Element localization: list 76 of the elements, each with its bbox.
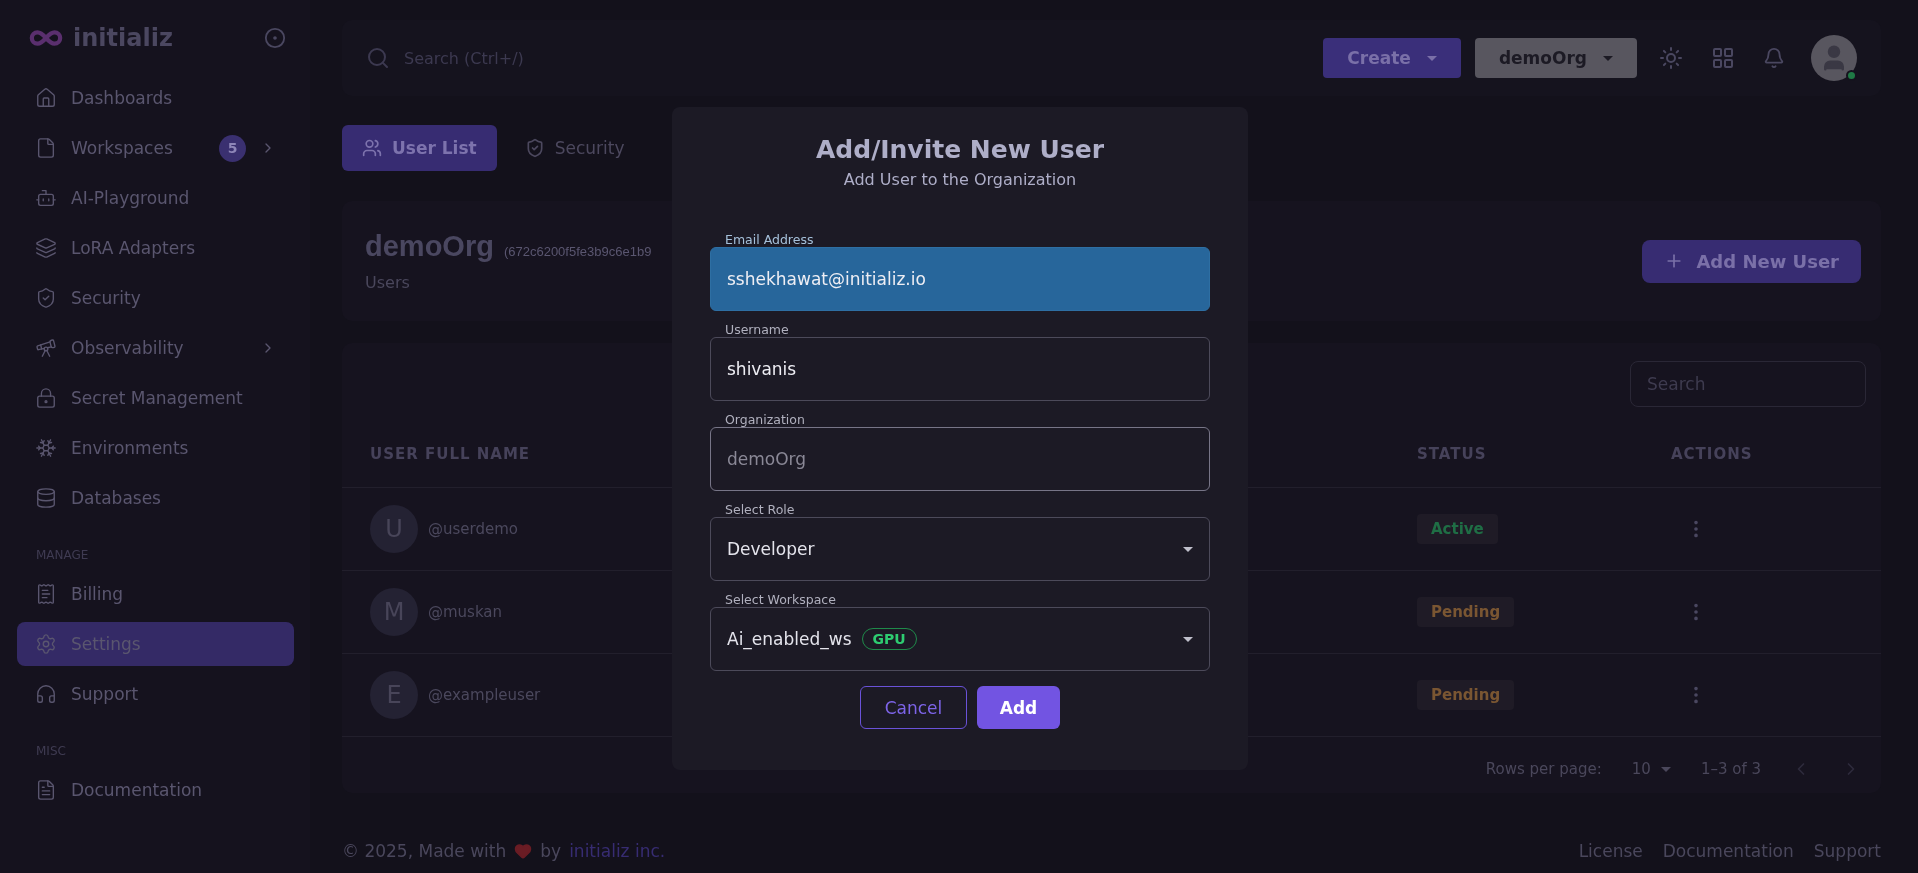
field-label: Select Role (724, 502, 796, 517)
heart-icon (514, 842, 533, 860)
cancel-button[interactable]: Cancel (860, 686, 967, 729)
status-tag: Pending (1417, 680, 1515, 710)
status-tag: Active (1417, 514, 1498, 544)
apps-icon[interactable] (1711, 46, 1735, 70)
sidebar-item[interactable]: Security (17, 276, 294, 320)
users-icon (362, 138, 382, 158)
receipt-icon (35, 583, 57, 605)
document-icon (35, 779, 57, 801)
sidebar-item[interactable]: Dashboards (17, 76, 294, 120)
column-header: USER FULL NAME (370, 445, 531, 463)
sidebar-item[interactable]: Documentation (17, 768, 294, 812)
sidebar-item[interactable]: Secret Management (17, 376, 294, 420)
robot-icon (35, 187, 57, 209)
snowflake-icon (35, 437, 57, 459)
notification-icon[interactable] (1763, 47, 1785, 69)
field-label: Username (724, 322, 790, 337)
dropdown-caret-icon (1183, 636, 1193, 642)
lock-icon (35, 387, 57, 409)
tab[interactable]: Security (504, 125, 645, 171)
column-header: ACTIONS (1671, 445, 1753, 463)
org-select[interactable]: demoOrg (1474, 38, 1637, 78)
sidebar-item[interactable]: Observability (17, 326, 294, 370)
field-label: Select Workspace (724, 592, 837, 607)
field-label: Email Address (724, 232, 815, 247)
layers-icon (35, 237, 57, 259)
settings-icon (35, 633, 57, 655)
house-icon (35, 87, 57, 109)
tab[interactable]: User List (342, 125, 497, 171)
footer-link[interactable]: Support (1813, 841, 1881, 861)
sidebar-item[interactable]: LoRA Adapters (17, 226, 294, 270)
sidebar-item[interactable]: Databases (17, 476, 294, 520)
count-badge: 5 (219, 134, 246, 162)
footer-text: by (540, 841, 562, 861)
footer-link[interactable]: Documentation (1662, 841, 1794, 861)
org-name: demoOrg (365, 230, 494, 263)
footer-text: © 2025, Made with (342, 841, 507, 861)
headphones-icon (35, 683, 57, 705)
sidebar-item[interactable]: Support (17, 672, 294, 716)
sidebar-toggle-icon[interactable] (264, 27, 286, 49)
input-field[interactable]: sshekhawat@initializ.io (710, 247, 1210, 311)
rows-per-page-label: Rows per page: (1485, 760, 1602, 778)
add-button[interactable]: Add (977, 686, 1060, 729)
select-field[interactable]: Ai_enabled_ws GPU (710, 607, 1210, 671)
sidebar-item[interactable]: Workspaces 5 (17, 126, 294, 170)
page-range: 1–3 of 3 (1700, 760, 1761, 778)
company-link[interactable]: initializ inc. (569, 841, 666, 861)
org-subtitle: Users (365, 273, 410, 292)
field-label: Organization (724, 412, 806, 427)
add-user-button[interactable]: Add New User (1642, 239, 1861, 283)
sidebar-item[interactable]: Billing (17, 572, 294, 616)
sidebar-item[interactable]: Environments (17, 426, 294, 470)
footer-link[interactable]: License (1578, 841, 1643, 861)
username: @muskan (428, 603, 503, 621)
dialog-subtitle: Add User to the Organization (843, 170, 1077, 189)
select-field[interactable]: Developer (710, 517, 1210, 581)
input-field[interactable]: shivanis (710, 337, 1210, 401)
status-tag: Pending (1417, 597, 1515, 627)
username: @userdemo (428, 520, 518, 538)
shield-check-icon (35, 287, 57, 309)
username: @exampleuser (428, 686, 541, 704)
telescope-icon (35, 337, 57, 359)
org-id: (672c6200f5fe3b9c6e1b9 (503, 244, 652, 259)
dropdown-caret-icon (1183, 546, 1193, 552)
column-header: STATUS (1417, 445, 1487, 463)
user-avatar[interactable] (1811, 35, 1857, 81)
dialog-title: Add/Invite New User (816, 135, 1104, 164)
rows-per-page-select[interactable]: 10 (1631, 760, 1671, 778)
theme-icon[interactable] (1659, 46, 1683, 70)
database-icon (35, 487, 57, 509)
document-icon (35, 137, 57, 159)
sidebar-item[interactable]: AI-Playground (17, 176, 294, 220)
brand-name: initializ (73, 24, 173, 52)
create-button[interactable]: Create (1323, 38, 1461, 78)
search-icon (366, 46, 390, 70)
